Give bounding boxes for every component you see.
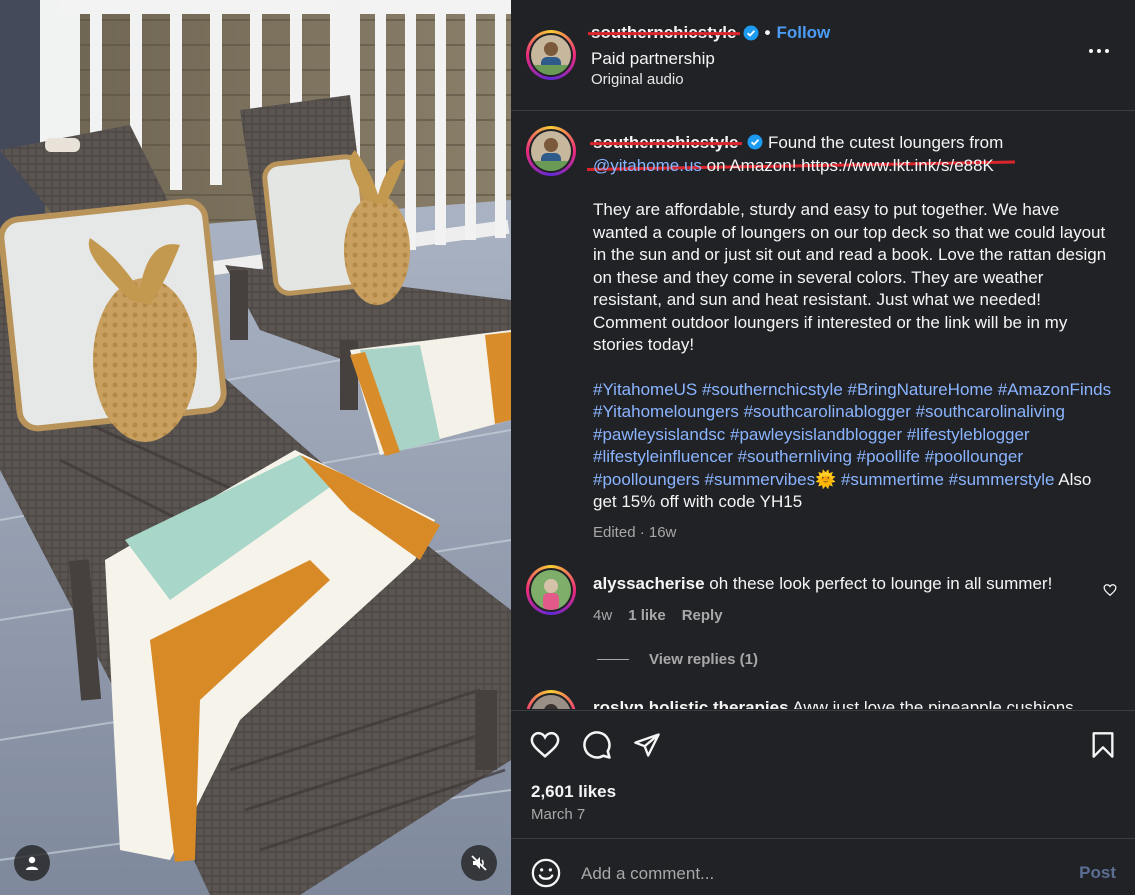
mute-button[interactable] xyxy=(461,845,497,881)
comment-heart-icon[interactable] xyxy=(1103,583,1117,597)
view-replies-button[interactable]: View replies (1) xyxy=(597,651,758,668)
author-avatar[interactable] xyxy=(526,30,576,80)
hashtag-list-2[interactable]: #summertime #summerstyle xyxy=(836,470,1055,489)
send-icon xyxy=(634,733,660,757)
reply-button[interactable]: Reply xyxy=(682,607,723,624)
caption-hashtags: #YitahomeUS #southernchicstyle #BringNat… xyxy=(593,379,1113,514)
view-replies-label: View replies (1) xyxy=(649,651,758,668)
comment-text-line: alyssacherise oh these look perfect to l… xyxy=(593,574,1052,594)
audio-label[interactable]: Original audio xyxy=(591,71,684,88)
caption-lead: Found the cutest loungers from xyxy=(763,133,1004,152)
post-actions: 2,601 likes March 7 xyxy=(511,710,1135,828)
post-media[interactable] xyxy=(0,0,511,895)
bookmark-icon xyxy=(1092,732,1114,758)
comment-username[interactable]: roslyn.holistic.therapies xyxy=(593,698,789,709)
paid-partnership-label[interactable]: Paid partnership xyxy=(591,49,715,69)
like-button[interactable] xyxy=(529,729,561,761)
comment-input[interactable] xyxy=(581,861,1041,887)
share-button[interactable] xyxy=(631,729,663,761)
comment-icon xyxy=(583,731,611,759)
lounger-photo xyxy=(0,0,511,895)
caption-avatar[interactable] xyxy=(526,126,576,176)
comment-username[interactable]: alyssacherise xyxy=(593,574,705,593)
caption-username[interactable]: southernchicstyle xyxy=(593,133,739,152)
edited-timestamp: Edited · 16w xyxy=(593,524,677,541)
comment-time[interactable]: 4w xyxy=(593,607,612,624)
likes-count[interactable]: 2,601 likes xyxy=(531,782,616,802)
user-icon xyxy=(26,856,38,870)
post-panel: southernchicstyle • Follow Paid partners… xyxy=(511,0,1135,895)
comment-text: oh these look perfect to lounge in all s… xyxy=(704,574,1053,593)
comment-text: Aww just love the pineapple cushions xyxy=(788,698,1074,709)
caption-body: They are affordable, sturdy and easy to … xyxy=(593,200,1107,354)
sun-emoji: 🌞 xyxy=(815,469,837,489)
comment-text-line: roslyn.holistic.therapies Aww just love … xyxy=(593,698,1074,709)
verified-badge-icon xyxy=(747,134,763,150)
verified-badge-icon xyxy=(743,25,758,41)
comments-section[interactable]: southernchicstyle Found the cutest loung… xyxy=(511,112,1135,709)
add-comment-bar: Post xyxy=(511,838,1135,895)
caption-link[interactable]: on Amazon! https://www.lkt.ink/s/e88K xyxy=(702,156,994,175)
more-options-button[interactable] xyxy=(1089,44,1111,58)
comment-likes[interactable]: 1 like xyxy=(628,607,666,624)
save-button[interactable] xyxy=(1087,729,1119,761)
separator-dot: • xyxy=(764,23,771,42)
comment-avatar[interactable] xyxy=(526,690,576,709)
comment-avatar[interactable] xyxy=(526,565,576,615)
heart-icon xyxy=(530,731,560,758)
author-line: southernchicstyle • Follow xyxy=(591,23,830,43)
tagged-user-button[interactable] xyxy=(14,845,50,881)
mention-link[interactable]: @yitahome.us xyxy=(593,156,702,175)
author-username[interactable]: southernchicstyle xyxy=(591,23,737,43)
post-date[interactable]: March 7 xyxy=(531,806,585,823)
follow-button[interactable]: Follow xyxy=(776,23,830,43)
more-icon xyxy=(1089,49,1093,53)
comment-button[interactable] xyxy=(581,729,613,761)
emoji-icon[interactable] xyxy=(531,858,561,888)
post-comment-button[interactable]: Post xyxy=(1079,863,1116,883)
caption-text: southernchicstyle Found the cutest loung… xyxy=(593,132,1113,514)
replies-divider xyxy=(597,659,629,660)
post-header: southernchicstyle • Follow Paid partners… xyxy=(511,0,1135,111)
mute-icon xyxy=(471,855,487,871)
comment-meta: 4w 1 like Reply xyxy=(593,607,723,624)
